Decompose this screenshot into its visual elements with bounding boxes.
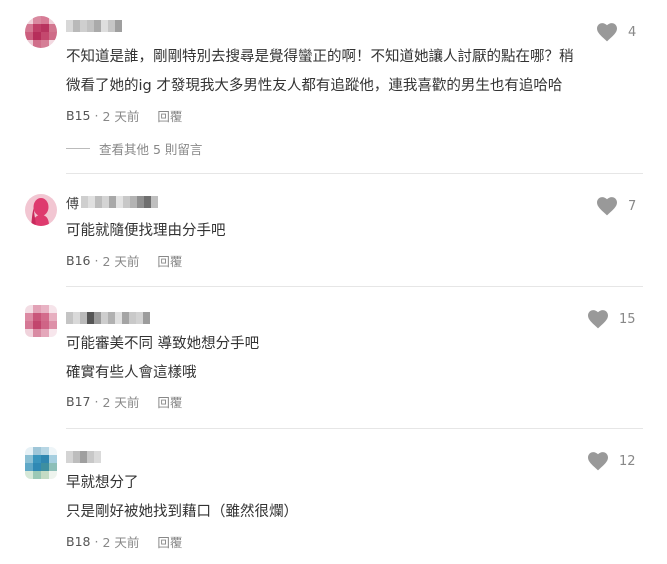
comment-text: 可能審美不同 導致她想分手吧 確實有些人會這樣哦 — [66, 330, 637, 388]
comment-line: 微看了她的ig 才發現我大多男性友人都有追蹤他，連我喜歡的男生也有追哈哈 — [66, 78, 563, 94]
heart-icon — [588, 310, 608, 329]
floor-number: B15 — [66, 108, 91, 123]
commenter-name-blurred[interactable] — [66, 20, 122, 32]
comment-line: 可能審美不同 導致她想分手吧 — [66, 336, 260, 352]
meta-separator: · — [94, 108, 99, 123]
commenter-name[interactable]: 傅 — [66, 196, 159, 212]
comment-line: 早就想分了 — [66, 475, 139, 491]
avatar[interactable] — [25, 194, 57, 226]
comment-meta: B17 · 2 天前 回覆 — [66, 392, 182, 411]
like-count: 7 — [628, 198, 637, 214]
avatar[interactable] — [25, 305, 57, 337]
like-count: 4 — [628, 24, 637, 40]
reply-button[interactable]: 回覆 — [157, 251, 182, 270]
meta-separator: · — [94, 534, 99, 549]
more-replies-line — [66, 148, 90, 149]
comment-meta: B15 · 2 天前 回覆 — [66, 106, 182, 125]
like-button[interactable]: 15 — [587, 309, 636, 329]
meta-separator: · — [94, 394, 99, 409]
commenter-name-blurred[interactable] — [66, 451, 101, 463]
reply-button[interactable]: 回覆 — [157, 532, 182, 551]
like-count: 12 — [619, 453, 636, 469]
comment-line: 確實有些人會這樣哦 — [66, 365, 197, 381]
heart-icon — [597, 197, 617, 216]
like-button[interactable]: 12 — [587, 451, 636, 471]
avatar-silhouette-icon — [31, 198, 49, 226]
comment-b17: 15 可能審美不同 導致她想分手吧 確實有些人會這樣哦 B17 · 2 天前 回… — [0, 287, 667, 427]
comment-text: 可能就隨便找理由分手吧 — [66, 217, 637, 246]
floor-number: B18 — [66, 534, 91, 549]
timestamp: 2 天前 — [102, 535, 140, 550]
like-button[interactable]: 4 — [596, 22, 636, 42]
avatar[interactable] — [25, 16, 57, 48]
like-count: 15 — [619, 311, 636, 327]
comment-b15: 4 不知道是誰，剛剛特別去搜尋是覺得蠻正的啊！不知道她讓人討厭的點在哪？稍 微看… — [0, 0, 667, 168]
timestamp: 2 天前 — [102, 395, 140, 410]
comment-meta: B16 · 2 天前 回覆 — [66, 251, 182, 270]
floor-number: B17 — [66, 394, 91, 409]
view-more-replies[interactable]: 查看其他 5 則留言 — [66, 139, 202, 158]
more-replies-label: 查看其他 5 則留言 — [99, 142, 203, 157]
comment-b16: 傅 7 可能就隨便找理由分手吧 B16 · 2 天前 回覆 — [0, 174, 667, 286]
comment-line: 不知道是誰，剛剛特別去搜尋是覺得蠻正的啊！不知道她讓人討厭的點在哪？稍 — [66, 49, 574, 65]
commenter-name-blurred[interactable] — [66, 312, 150, 324]
timestamp: 2 天前 — [102, 254, 140, 269]
comment-b18: 12 早就想分了 只是剛好被她找到藉口（雖然很爛） B18 · 2 天前 回覆 — [0, 429, 667, 564]
timestamp: 2 天前 — [102, 109, 140, 124]
reply-button[interactable]: 回覆 — [157, 392, 182, 411]
commenter-name-initial: 傅 — [66, 196, 80, 212]
comment-line: 可能就隨便找理由分手吧 — [66, 223, 226, 239]
floor-number: B16 — [66, 253, 91, 268]
comment-text: 不知道是誰，剛剛特別去搜尋是覺得蠻正的啊！不知道她讓人討厭的點在哪？稍 微看了她… — [66, 43, 637, 101]
meta-separator: · — [94, 253, 99, 268]
heart-icon — [588, 452, 608, 471]
avatar[interactable] — [25, 447, 57, 479]
reply-button[interactable]: 回覆 — [157, 106, 182, 125]
heart-icon — [597, 23, 617, 42]
comment-meta: B18 · 2 天前 回覆 — [66, 532, 182, 551]
like-button[interactable]: 7 — [596, 196, 636, 216]
comment-line: 只是剛好被她找到藉口（雖然很爛） — [66, 504, 298, 520]
comment-text: 早就想分了 只是剛好被她找到藉口（雖然很爛） — [66, 469, 637, 527]
